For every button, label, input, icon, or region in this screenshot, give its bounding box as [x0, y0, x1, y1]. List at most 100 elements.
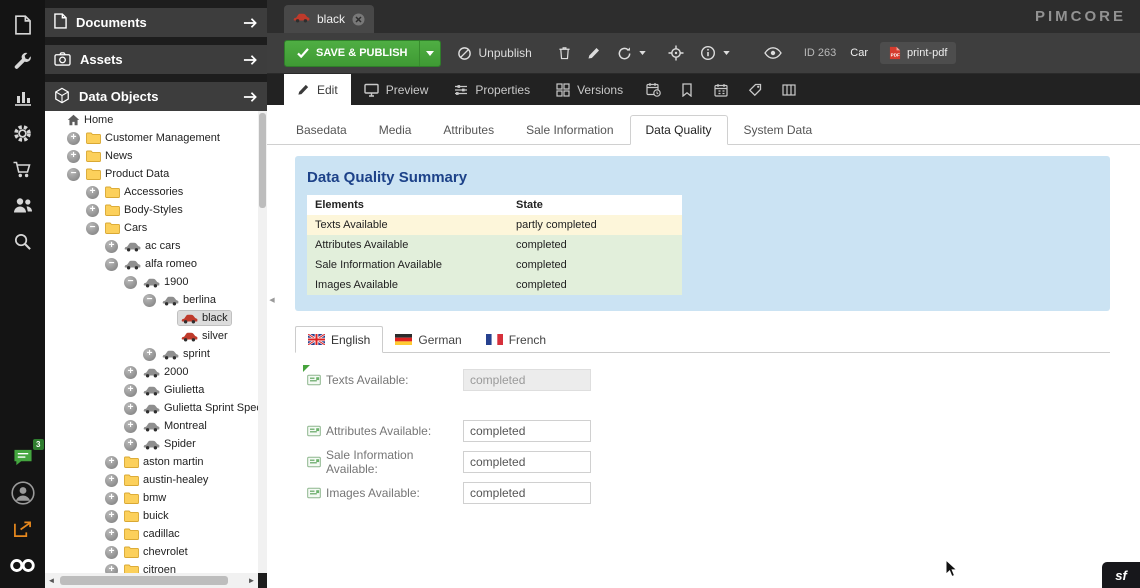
schedule-icon-button[interactable] — [636, 74, 670, 105]
tab-edit[interactable]: Edit — [284, 74, 351, 105]
scroll-left-arrow-icon[interactable]: ◄ — [45, 573, 58, 588]
tree-item-bmw[interactable]: +bmw — [45, 489, 258, 507]
expand-icon[interactable]: + — [105, 528, 118, 541]
tree-vertical-scrollbar[interactable] — [258, 111, 267, 573]
scroll-right-arrow-icon[interactable]: ► — [245, 573, 258, 588]
tab-data-quality[interactable]: Data Quality — [630, 115, 728, 145]
tab-attributes[interactable]: Attributes — [427, 115, 510, 145]
logout-icon[interactable] — [9, 516, 37, 542]
expand-icon[interactable]: + — [105, 474, 118, 487]
save-publish-button[interactable]: SAVE & PUBLISH — [284, 40, 441, 67]
tab-versions[interactable]: Versions — [543, 74, 636, 105]
field-input-attributes-available[interactable] — [463, 420, 591, 442]
rename-pencil-button[interactable] — [579, 40, 609, 67]
expand-icon[interactable]: + — [105, 240, 118, 253]
close-tab-icon[interactable] — [352, 13, 365, 26]
expand-icon[interactable]: + — [143, 348, 156, 361]
collapse-icon[interactable]: − — [86, 222, 99, 235]
tree-item-ac-cars[interactable]: +ac cars — [45, 237, 258, 255]
expand-icon[interactable]: + — [105, 492, 118, 505]
tree-horizontal-scrollbar[interactable]: ◄ ► — [45, 573, 258, 588]
tree-item-berlina[interactable]: −berlina — [45, 291, 258, 309]
tree-item-black[interactable]: black — [45, 309, 258, 327]
field-input-texts-available[interactable] — [463, 369, 591, 391]
panel-header-assets[interactable]: Assets — [45, 45, 267, 74]
grid-columns-icon-button[interactable] — [772, 74, 806, 105]
language-tab-french[interactable]: French — [474, 326, 558, 353]
expand-icon[interactable]: + — [124, 366, 137, 379]
expand-icon[interactable]: + — [105, 564, 118, 574]
tree-item-giulietta[interactable]: +Giulietta — [45, 381, 258, 399]
tab-properties[interactable]: Properties — [441, 74, 543, 105]
delete-button[interactable] — [550, 40, 579, 67]
search-icon[interactable] — [9, 228, 37, 254]
collapse-icon[interactable]: − — [143, 294, 156, 307]
field-input-images-available[interactable] — [463, 482, 591, 504]
tree-item-body-styles[interactable]: +Body-Styles — [45, 201, 258, 219]
tab-black[interactable]: black — [284, 5, 374, 33]
tree-item-gulietta-sprint-specia[interactable]: +Gulietta Sprint Specia... — [45, 399, 258, 417]
reload-button[interactable] — [609, 40, 654, 67]
tree-item-montreal[interactable]: +Montreal — [45, 417, 258, 435]
tree-item-2000[interactable]: +2000 — [45, 363, 258, 381]
settings-gear-icon[interactable] — [9, 120, 37, 146]
chart-icon[interactable] — [9, 84, 37, 110]
tree-item-home[interactable]: Home — [45, 111, 258, 129]
field-input-sale-information-available[interactable] — [463, 451, 591, 473]
locate-in-tree-button[interactable] — [660, 40, 692, 67]
notes-bookmark-icon-button[interactable] — [670, 74, 704, 105]
scrollbar-thumb[interactable] — [259, 113, 266, 208]
tree-item-aston-martin[interactable]: +aston martin — [45, 453, 258, 471]
expand-icon[interactable]: + — [67, 132, 80, 145]
tree-item-chevrolet[interactable]: +chevrolet — [45, 543, 258, 561]
file-icon[interactable] — [9, 12, 37, 38]
tree-item-austin-healey[interactable]: +austin-healey — [45, 471, 258, 489]
open-preview-eye-button[interactable] — [756, 40, 790, 67]
panel-header-data-objects[interactable]: Data Objects — [45, 82, 267, 111]
calendar-icon-button[interactable] — [704, 74, 738, 105]
tab-system-data[interactable]: System Data — [728, 115, 829, 145]
tags-icon-button[interactable] — [738, 74, 772, 105]
expand-icon[interactable]: + — [124, 438, 137, 451]
tree-item-news[interactable]: +News — [45, 147, 258, 165]
collapse-icon[interactable]: − — [105, 258, 118, 271]
expand-icon[interactable]: + — [105, 510, 118, 523]
info-button[interactable] — [692, 40, 738, 67]
open-panel-arrow-icon[interactable] — [243, 91, 258, 103]
collapse-icon[interactable]: − — [124, 276, 137, 289]
tree-item-citroen[interactable]: +citroen — [45, 561, 258, 573]
expand-icon[interactable]: + — [67, 150, 80, 163]
tab-basedata[interactable]: Basedata — [280, 115, 363, 145]
scrollbar-thumb[interactable] — [60, 576, 228, 585]
language-tab-english[interactable]: English — [295, 326, 383, 353]
expand-icon[interactable]: + — [105, 546, 118, 559]
expand-icon[interactable]: + — [86, 186, 99, 199]
panel-header-documents[interactable]: Documents — [45, 8, 267, 37]
tree-item-product-data[interactable]: −Product Data — [45, 165, 258, 183]
ecommerce-cart-icon[interactable] — [9, 156, 37, 182]
tree-item-silver[interactable]: silver — [45, 327, 258, 345]
tree-item-cars[interactable]: −Cars — [45, 219, 258, 237]
tree-item-customer-management[interactable]: +Customer Management — [45, 129, 258, 147]
expand-icon[interactable]: + — [105, 456, 118, 469]
notifications-icon[interactable]: 3 — [9, 444, 37, 470]
expand-icon[interactable]: + — [124, 420, 137, 433]
expand-icon[interactable]: + — [124, 384, 137, 397]
tree-item-accessories[interactable]: +Accessories — [45, 183, 258, 201]
tools-wrench-icon[interactable] — [9, 48, 37, 74]
tab-media[interactable]: Media — [363, 115, 428, 145]
collapse-icon[interactable]: − — [67, 168, 80, 181]
user-profile-icon[interactable] — [9, 480, 37, 506]
language-tab-german[interactable]: German — [383, 326, 473, 353]
tree-item-spider[interactable]: +Spider — [45, 435, 258, 453]
tree-item-buick[interactable]: +buick — [45, 507, 258, 525]
sidebar-collapse-handle[interactable]: ◀ — [268, 287, 276, 313]
open-panel-arrow-icon[interactable] — [243, 54, 258, 66]
open-panel-arrow-icon[interactable] — [243, 17, 258, 29]
unpublish-button[interactable]: Unpublish — [449, 40, 539, 67]
users-icon[interactable] — [9, 192, 37, 218]
symfony-profiler-badge[interactable]: sf — [1102, 562, 1140, 588]
expand-icon[interactable]: + — [86, 204, 99, 217]
expand-icon[interactable]: + — [124, 402, 137, 415]
tab-sale-information[interactable]: Sale Information — [510, 115, 629, 145]
